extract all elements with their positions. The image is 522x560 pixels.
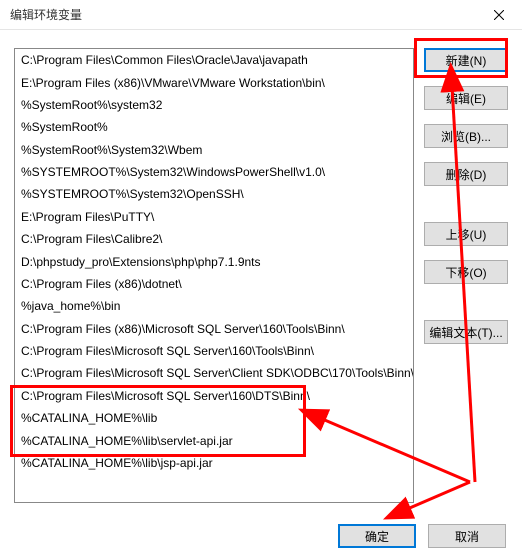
annotation-arrows xyxy=(0,0,522,560)
